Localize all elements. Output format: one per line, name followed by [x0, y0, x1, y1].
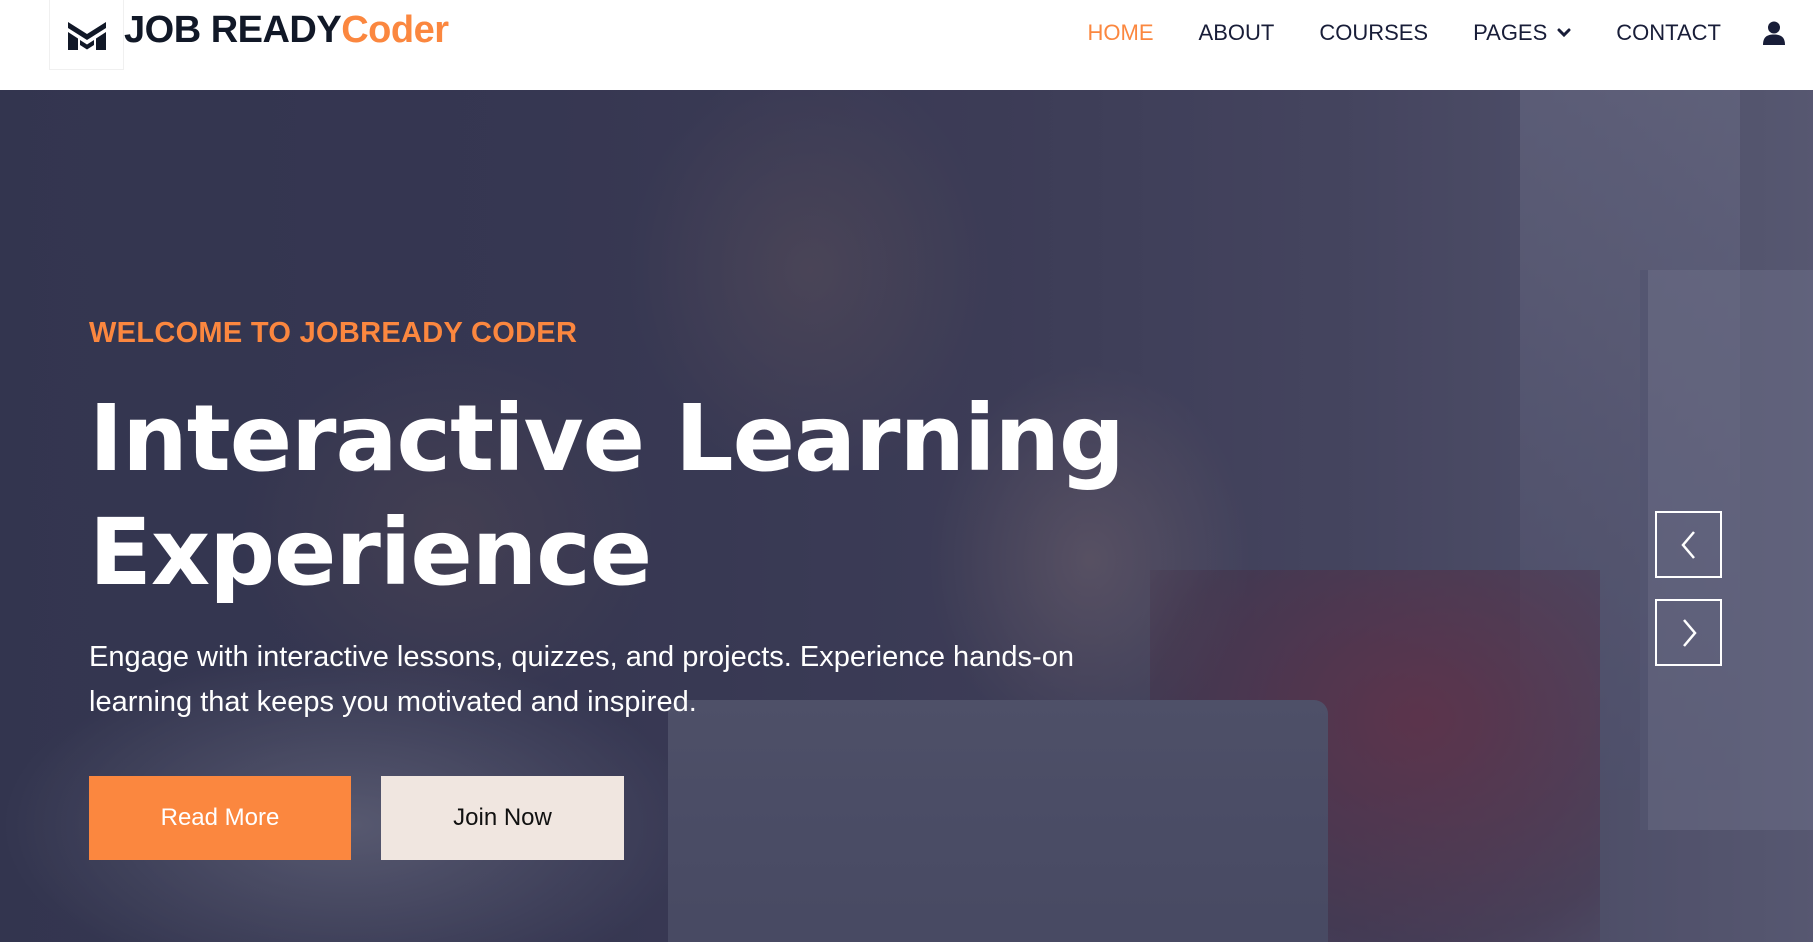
hero-headline-line1: Interactive Learning: [89, 385, 1125, 492]
hero-description-line1: Engage with interactive lessons, quizzes…: [89, 641, 1074, 673]
nav-courses[interactable]: COURSES: [1319, 20, 1428, 46]
hero-headline: Interactive Learning Experience: [89, 382, 1139, 610]
hero-headline-line2: Experience: [89, 499, 652, 606]
hero-description-line2: learning that keeps you motivated and in…: [89, 686, 697, 718]
chevron-right-icon: [1682, 618, 1697, 647]
carousel-next-button[interactable]: [1655, 599, 1722, 666]
main-nav: HOME ABOUT COURSES PAGES CONTACT: [1043, 0, 1813, 66]
nav-pages[interactable]: PAGES: [1473, 20, 1571, 46]
navbar: JOB READY Coder HOME ABOUT COURSES PAGES …: [0, 0, 1813, 90]
user-icon[interactable]: [1763, 21, 1785, 45]
chevron-down-icon: [1557, 28, 1571, 38]
read-more-button[interactable]: Read More: [89, 776, 351, 860]
chevron-left-icon: [1680, 530, 1695, 559]
m-logo-icon: [67, 21, 106, 50]
hero-kicker: WELCOME TO JOBREADY CODER: [89, 317, 578, 349]
hero-description: Engage with interactive lessons, quizzes…: [89, 635, 1119, 725]
carousel-prev-button[interactable]: [1655, 511, 1722, 578]
brand-name-part1: JOB READY: [124, 8, 342, 51]
hero-section: WELCOME TO JOBREADY CODER Interactive Le…: [0, 90, 1813, 942]
join-now-button[interactable]: Join Now: [381, 776, 624, 860]
brand-name[interactable]: JOB READY Coder: [124, 8, 449, 52]
nav-about[interactable]: ABOUT: [1199, 20, 1275, 46]
logo[interactable]: [49, 0, 124, 70]
nav-pages-label: PAGES: [1473, 20, 1548, 45]
brand-name-part2: Coder: [341, 8, 449, 51]
nav-contact[interactable]: CONTACT: [1616, 20, 1721, 46]
nav-home[interactable]: HOME: [1088, 20, 1154, 46]
